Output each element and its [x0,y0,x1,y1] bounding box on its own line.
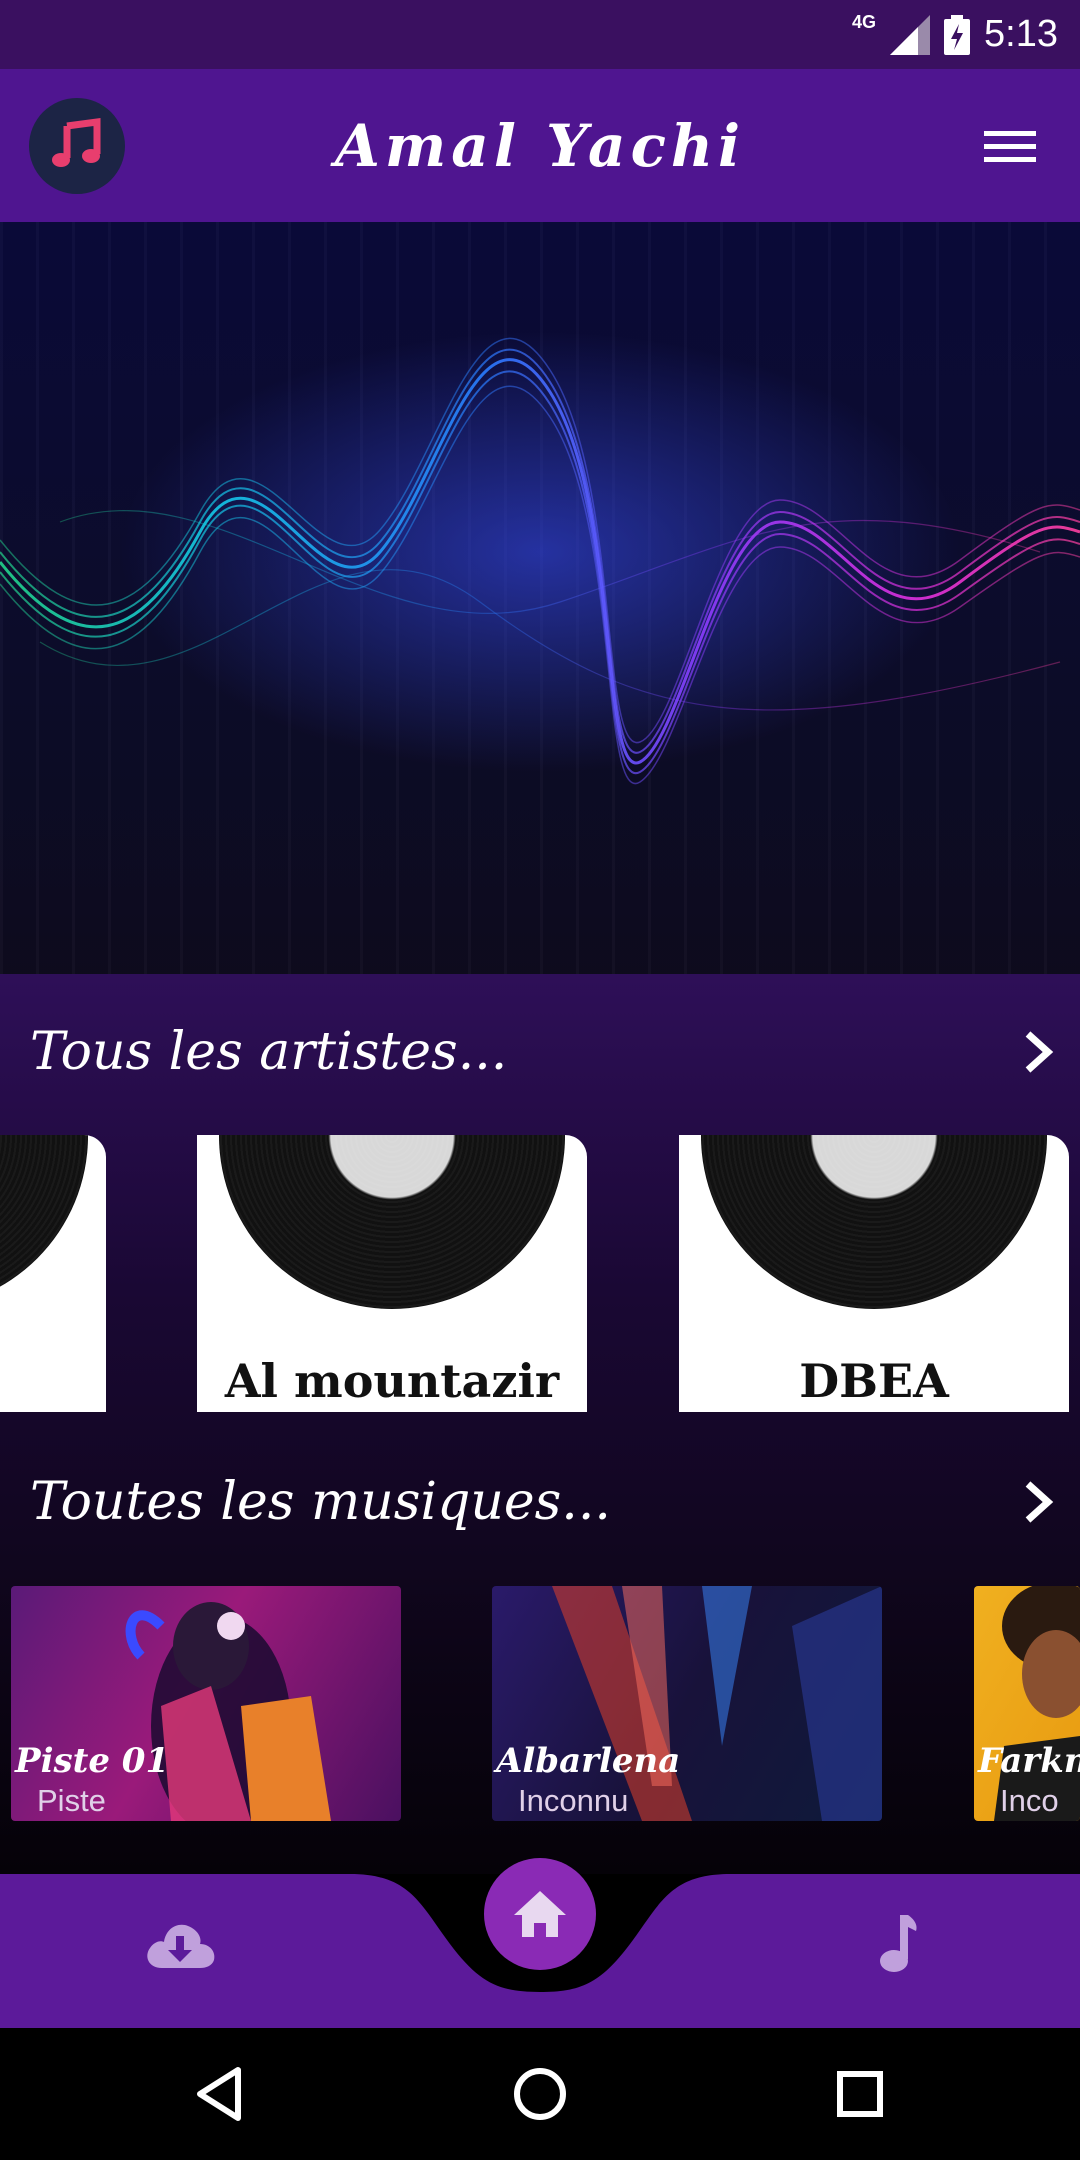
network-type: 4G [852,12,877,32]
vinyl-record-image [0,1135,88,1309]
system-navigation-bar [0,2028,1080,2160]
app-bar: Amal Yachi [0,69,1080,222]
track-subtitle: Inconnu [518,1783,629,1818]
track-subtitle: Inco [1000,1783,1059,1818]
cloud-download-icon[interactable] [144,1918,216,1970]
track-title: Farkne [978,1741,1080,1781]
home-button[interactable] [484,1858,596,1970]
track-title: Piste 01 [15,1741,170,1781]
hero-sound-wave-banner [0,222,1080,974]
artist-card[interactable]: DBEA [679,1135,1069,1412]
sound-wave-graphic [0,332,1080,785]
home-circle-icon[interactable] [508,2062,572,2126]
music-section-header[interactable]: Toutes les musiques... [0,1447,1080,1557]
track-title: Albarlena [496,1741,681,1781]
chevron-right-icon[interactable] [1020,1028,1056,1076]
back-icon[interactable] [190,2062,254,2126]
music-note-icon[interactable] [878,1913,918,1973]
artist-card[interactable]: Al mountazir [197,1135,587,1412]
artists-section-header[interactable]: Tous les artistes... [0,997,1080,1107]
track-card[interactable]: Farkne Inco [974,1586,1080,1821]
battery-charging-icon [944,14,971,55]
artist-card[interactable] [0,1135,106,1412]
artist-name: DBEA [799,1354,949,1408]
hamburger-menu-icon[interactable] [982,127,1038,167]
track-card[interactable]: Albarlena Inconnu [492,1586,882,1821]
track-card[interactable]: Piste 01 Piste [11,1586,401,1821]
music-section-title: Toutes les musiques... [30,1472,611,1532]
status-bar: 4G 5:13 [0,0,1080,69]
artist-name: Al mountazir [224,1354,560,1408]
artists-section-title: Tous les artistes... [30,1022,508,1082]
clock: 5:13 [984,13,1058,55]
vinyl-record-image [219,1135,565,1309]
track-subtitle: Piste [37,1783,106,1818]
signal-icon [890,14,931,55]
app-title: Amal Yachi [334,111,746,180]
home-icon [514,1891,566,1937]
chevron-right-icon[interactable] [1020,1478,1056,1526]
recents-icon[interactable] [828,2062,892,2126]
vinyl-record-image [701,1135,1047,1309]
